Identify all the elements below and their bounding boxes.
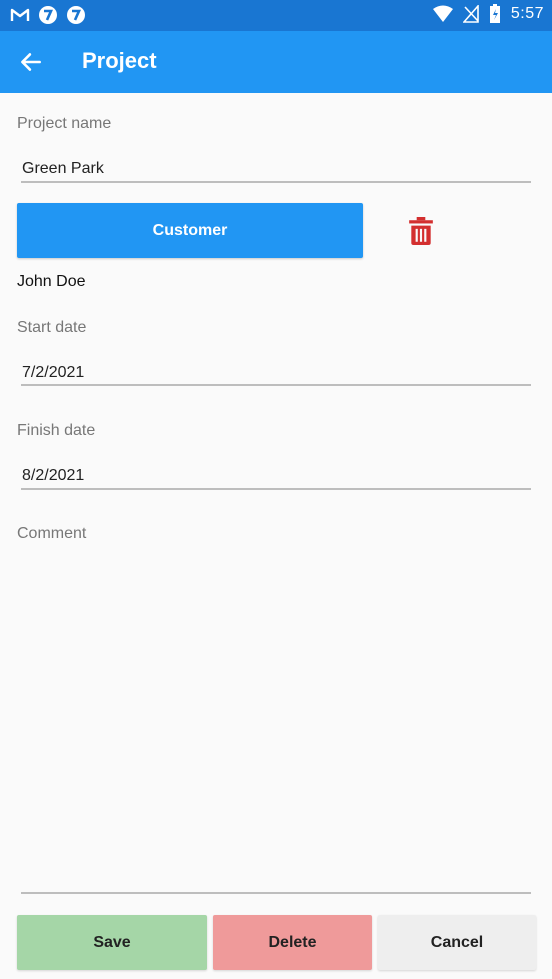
status-bar: 5:57 [0, 0, 552, 31]
no-signal-icon [462, 5, 479, 23]
finish-date-label: Finish date [17, 422, 96, 439]
start-date-label: Start date [17, 319, 87, 336]
wifi-icon [432, 5, 453, 22]
project-name-underline [21, 181, 531, 183]
comment-label: Comment [17, 525, 87, 542]
customer-button[interactable]: Customer [17, 203, 363, 258]
gmail-icon [10, 8, 30, 21]
customer-name: John Doe [17, 273, 86, 290]
battery-icon [489, 4, 500, 23]
status-system: 5:57 [432, 4, 544, 24]
trash-icon[interactable] [408, 217, 434, 245]
notification-icon [39, 6, 57, 24]
notification-icon [67, 6, 85, 24]
comment-underline [21, 892, 531, 894]
app-bar: Project [0, 31, 552, 93]
delete-button[interactable]: Delete [213, 915, 372, 970]
page-title: Project [82, 48, 157, 73]
finish-date-underline [21, 488, 531, 490]
save-button[interactable]: Save [17, 915, 207, 970]
arrow-left-icon[interactable] [18, 49, 44, 75]
comment-field[interactable] [22, 550, 531, 890]
status-time: 5:57 [510, 5, 544, 22]
start-date-underline [21, 384, 531, 386]
project-name-field[interactable]: Green Park [22, 160, 531, 178]
status-notifications [10, 5, 86, 25]
finish-date-field[interactable]: 8/2/2021 [22, 467, 531, 485]
cancel-button[interactable]: Cancel [378, 915, 536, 970]
project-name-label: Project name [17, 115, 112, 132]
start-date-field[interactable]: 7/2/2021 [22, 364, 531, 382]
